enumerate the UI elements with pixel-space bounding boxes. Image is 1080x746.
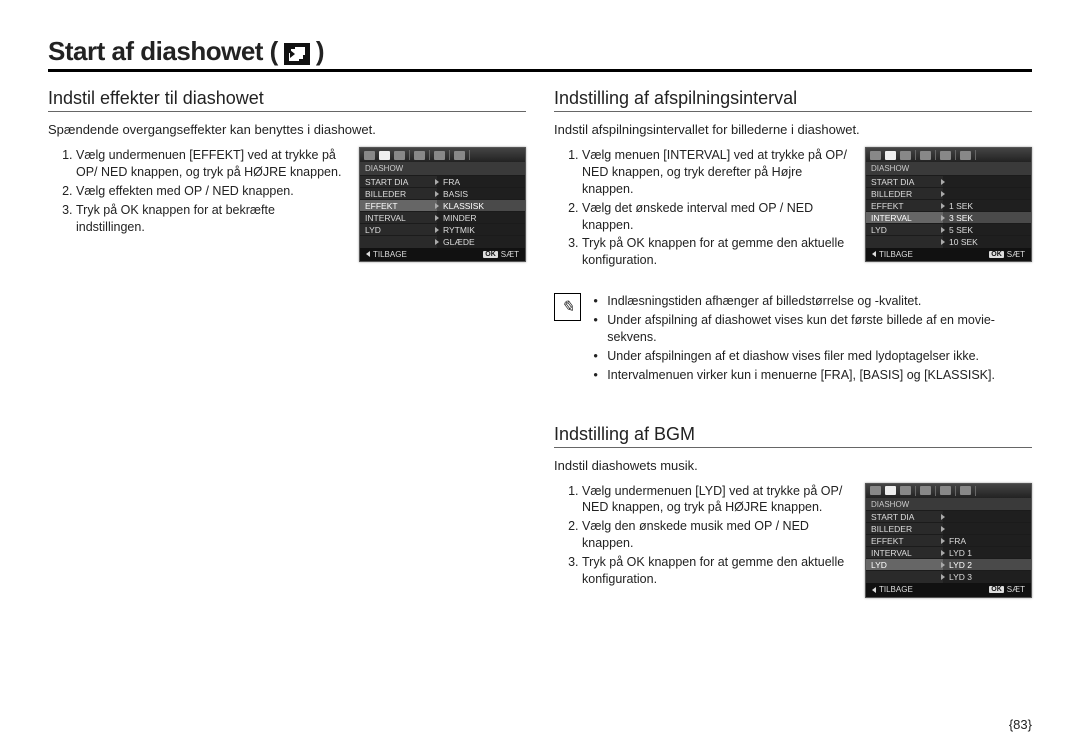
lcd-menu-row: EFFEKTKLASSISK [360,199,525,211]
manual-page: Start af diashowet ( ) Indstil effekter … [0,0,1080,746]
section-heading-effects: Indstil effekter til diashowet [48,88,526,109]
page-title-prefix: Start af diashowet ( [48,36,278,67]
lcd-menu-row: BILLEDER [866,187,1031,199]
page-number: {83} [1009,717,1032,732]
note-item: Intervalmenuen virker kun i menuerne [FR… [607,367,1032,384]
intro-interval: Indstil afspilningsintervallet for bille… [554,122,1032,137]
steps-bgm: Vælg undermenuen [LYD] ved at trykke på … [554,483,853,590]
section-heading-interval: Indstilling af afspilningsinterval [554,88,1032,109]
lcd-menu-row: 10 SEK [866,235,1031,247]
section-rule [554,111,1032,112]
lcd-menu-row: INTERVALLYD 1 [866,547,1031,559]
section-heading-bgm: Indstilling af BGM [554,424,1032,445]
step: Tryk på OK knappen for at gemme den aktu… [582,235,853,269]
note-box: ✎ Indlæsningstiden afhænger af billedstø… [554,293,1032,385]
intro-effects: Spændende overgangseffekter kan benyttes… [48,122,526,137]
lcd-menu-row: EFFEKTFRA [866,535,1031,547]
lcd-mock-effects: DIASHOWSTART DIAFRABILLEDERBASISEFFEKTKL… [359,147,526,262]
step: Vælg menuen [INTERVAL] ved at trykke på … [582,147,853,198]
lcd-menu-row: LYD 3 [866,571,1031,583]
left-column: Indstil effekter til diashowet Spændende… [48,82,526,598]
steps-effects: Vælg undermenuen [EFFEKT] ved at trykke … [48,147,347,237]
lcd-menu-row: GLÆDE [360,235,525,247]
lcd-mode-bar [360,148,525,162]
lcd-footer: TILBAGEOKSÆT [360,247,525,261]
step: Vælg effekten med OP / NED knappen. [76,183,347,200]
section-rule [48,111,526,112]
step: Vælg det ønskede interval med OP / NED k… [582,200,853,234]
lcd-mock-interval: DIASHOWSTART DIABILLEDEREFFEKT1 SEKINTER… [865,147,1032,262]
lcd-menu-row: LYD5 SEK [866,223,1031,235]
lcd-menu-row: INTERVALMINDER [360,211,525,223]
step: Vælg undermenuen [LYD] ved at trykke på … [582,483,853,517]
intro-bgm: Indstil diashowets musik. [554,458,1032,473]
note-icon: ✎ [554,293,581,321]
lcd-menu-row: START DIAFRA [360,175,525,187]
lcd-mode-bar [866,148,1031,162]
lcd-menu-label: DIASHOW [866,162,1031,175]
step: Tryk på OK knappen for at bekræfte indst… [76,202,347,236]
note-list: Indlæsningstiden afhænger af billedstørr… [591,293,1032,385]
lcd-footer: TILBAGEOKSÆT [866,583,1031,597]
lcd-menu-row: START DIA [866,511,1031,523]
note-item: Under afspilningen af et diashow vises f… [607,348,1032,365]
note-item: Under afspilning af diashowet vises kun … [607,312,1032,346]
step: Tryk på OK knappen for at gemme den aktu… [582,554,853,588]
note-item: Indlæsningstiden afhænger af billedstørr… [607,293,1032,310]
lcd-menu-row: LYDLYD 2 [866,559,1031,571]
page-title: Start af diashowet ( ) [48,36,1032,67]
lcd-menu-row: BILLEDER [866,523,1031,535]
lcd-menu-row: START DIA [866,175,1031,187]
lcd-menu-label: DIASHOW [360,162,525,175]
page-title-suffix: ) [316,36,324,67]
steps-interval: Vælg menuen [INTERVAL] ved at trykke på … [554,147,853,271]
lcd-menu-label: DIASHOW [866,498,1031,511]
lcd-menu-row: BILLEDERBASIS [360,187,525,199]
lcd-mode-bar [866,484,1031,498]
step: Vælg undermenuen [EFFEKT] ved at trykke … [76,147,347,181]
right-column: Indstilling af afspilningsinterval Indst… [554,82,1032,598]
slideshow-stack-icon [284,43,310,65]
title-rule [48,69,1032,72]
lcd-footer: TILBAGEOKSÆT [866,247,1031,261]
lcd-mock-bgm: DIASHOWSTART DIABILLEDEREFFEKTFRAINTERVA… [865,483,1032,598]
lcd-menu-row: LYDRYTMIK [360,223,525,235]
lcd-menu-row: EFFEKT1 SEK [866,199,1031,211]
lcd-menu-row: INTERVAL3 SEK [866,211,1031,223]
section-rule [554,447,1032,448]
step: Vælg den ønskede musik med OP / NED knap… [582,518,853,552]
